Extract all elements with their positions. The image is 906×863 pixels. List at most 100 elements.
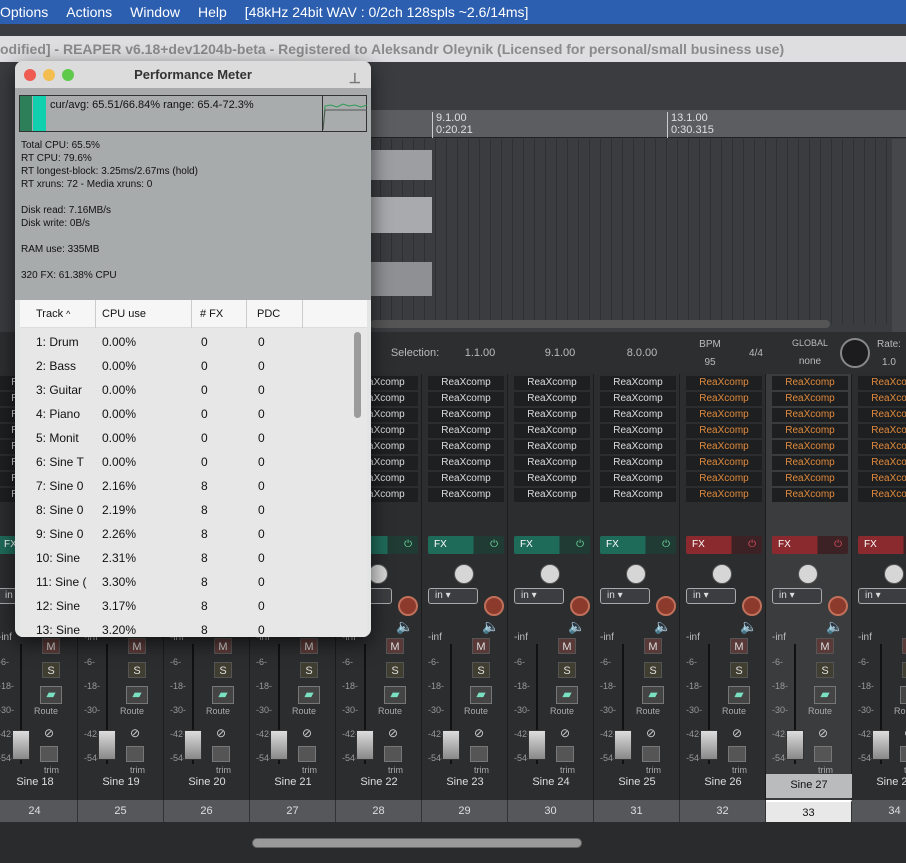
pan-knob[interactable] xyxy=(368,564,388,584)
track-number[interactable]: 26 xyxy=(164,800,250,822)
track-name[interactable]: Sine 18 xyxy=(0,776,78,788)
route-icon[interactable]: ▰ xyxy=(298,686,320,704)
mute-button[interactable]: M xyxy=(902,638,906,654)
table-row[interactable]: 10: Sine 2.31% 8 0 xyxy=(20,547,360,571)
track-number[interactable]: 33 xyxy=(766,800,852,822)
volume-fader[interactable] xyxy=(700,730,718,760)
fx-slot[interactable]: ReaXcomp xyxy=(772,440,848,454)
menu-options[interactable]: Options xyxy=(0,4,57,20)
fx-slot[interactable]: ReaXcomp xyxy=(772,488,848,502)
perf-titlebar[interactable]: Performance Meter ⊥ xyxy=(15,61,371,88)
table-row[interactable]: 9: Sine 0 2.26% 8 0 xyxy=(20,523,360,547)
table-row[interactable]: 1: Drum 0.00% 0 0 xyxy=(20,331,360,355)
solo-button[interactable]: S xyxy=(472,662,490,678)
mute-button[interactable]: M xyxy=(730,638,748,654)
trim-envelope-icon[interactable] xyxy=(126,746,144,762)
fx-button[interactable]: FX ⏻ xyxy=(428,536,504,554)
track-name[interactable]: Sine 19 xyxy=(78,776,164,788)
track-name[interactable]: Sine 21 xyxy=(250,776,336,788)
input-select[interactable]: in ▾ xyxy=(858,588,906,604)
fx-slot[interactable]: ReaXcomp xyxy=(514,472,590,486)
fx-slot[interactable]: ReaXcomp xyxy=(858,440,906,454)
record-arm-button[interactable] xyxy=(484,596,504,616)
table-row[interactable]: 4: Piano 0.00% 0 0 xyxy=(20,403,360,427)
track-number[interactable]: 28 xyxy=(336,800,422,822)
fx-slot[interactable]: ReaXcomp xyxy=(600,424,676,438)
fx-slot[interactable]: ReaXcomp xyxy=(428,456,504,470)
trim-envelope-icon[interactable] xyxy=(40,746,58,762)
fx-slot[interactable]: ReaXcomp xyxy=(600,488,676,502)
column-fx[interactable]: # FX xyxy=(192,300,247,328)
fx-slot[interactable]: ReaXcomp xyxy=(428,392,504,406)
phase-icon[interactable]: ⊘ xyxy=(646,726,656,740)
zoom-button[interactable] xyxy=(62,69,74,81)
mute-button[interactable]: M xyxy=(128,638,146,654)
fx-slot[interactable]: ReaXcomp xyxy=(772,456,848,470)
volume-fader[interactable] xyxy=(98,730,116,760)
media-item[interactable] xyxy=(370,262,432,296)
fx-slot[interactable]: ReaXcomp xyxy=(600,456,676,470)
menu-window[interactable]: Window xyxy=(121,4,189,20)
track-name[interactable]: Sine 28 xyxy=(852,776,906,788)
volume-fader[interactable] xyxy=(270,730,288,760)
volume-fader[interactable] xyxy=(614,730,632,760)
route-icon[interactable]: ▰ xyxy=(814,686,836,704)
fx-button[interactable]: FX ⏻ xyxy=(600,536,676,554)
mute-button[interactable]: M xyxy=(472,638,490,654)
phase-icon[interactable]: ⊘ xyxy=(216,726,226,740)
speaker-icon[interactable]: 🔈 xyxy=(396,618,413,635)
solo-button[interactable]: S xyxy=(300,662,318,678)
fx-slot[interactable]: ReaXcomp xyxy=(600,472,676,486)
fx-slot[interactable]: ReaXcomp xyxy=(514,488,590,502)
fx-slot[interactable]: ReaXcomp xyxy=(858,488,906,502)
track-number[interactable]: 27 xyxy=(250,800,336,822)
fx-slot[interactable]: ReaXcomp xyxy=(514,392,590,406)
trim-envelope-icon[interactable] xyxy=(642,746,660,762)
fx-slot[interactable]: ReaXcomp xyxy=(686,456,762,470)
route-icon[interactable]: ▰ xyxy=(40,686,62,704)
table-row[interactable]: 2: Bass 0.00% 0 0 xyxy=(20,355,360,379)
mute-button[interactable]: M xyxy=(558,638,576,654)
track-number[interactable]: 34 xyxy=(852,800,906,822)
fx-slot[interactable]: ReaXcomp xyxy=(858,456,906,470)
mute-button[interactable]: M xyxy=(644,638,662,654)
track-name[interactable]: Sine 22 xyxy=(336,776,422,788)
speaker-icon[interactable]: 🔈 xyxy=(826,618,843,635)
pan-knob[interactable] xyxy=(626,564,646,584)
table-scrollbar[interactable] xyxy=(354,332,361,418)
phase-icon[interactable]: ⊘ xyxy=(474,726,484,740)
fx-slot[interactable]: ReaXcomp xyxy=(858,408,906,422)
volume-fader[interactable] xyxy=(442,730,460,760)
track-number[interactable]: 31 xyxy=(594,800,680,822)
table-row[interactable]: 3: Guitar 0.00% 0 0 xyxy=(20,379,360,403)
fx-slot[interactable]: ReaXcomp xyxy=(858,472,906,486)
mixer-scrollbar[interactable] xyxy=(252,838,582,848)
record-arm-button[interactable] xyxy=(742,596,762,616)
fx-slot[interactable]: ReaXcomp xyxy=(858,392,906,406)
track-name[interactable]: Sine 25 xyxy=(594,776,680,788)
trim-envelope-icon[interactable] xyxy=(556,746,574,762)
mute-button[interactable]: M xyxy=(300,638,318,654)
trim-envelope-icon[interactable] xyxy=(298,746,316,762)
fx-button[interactable]: FX ⏻ xyxy=(686,536,762,554)
fx-button[interactable]: FX ⏻ xyxy=(772,536,848,554)
track-name[interactable]: Sine 27 xyxy=(766,774,852,798)
bpm-value[interactable]: 95 xyxy=(690,352,730,372)
fx-slot[interactable]: ReaXcomp xyxy=(428,376,504,390)
route-icon[interactable]: ▰ xyxy=(556,686,578,704)
fx-slot[interactable]: ReaXcomp xyxy=(686,488,762,502)
column-cpu[interactable]: CPU use xyxy=(96,300,192,328)
fx-slot[interactable]: ReaXcomp xyxy=(600,376,676,390)
volume-fader[interactable] xyxy=(786,730,804,760)
track-name[interactable]: Sine 24 xyxy=(508,776,594,788)
fx-slot[interactable]: ReaXcomp xyxy=(686,392,762,406)
table-row[interactable]: 5: Monit 0.00% 0 0 xyxy=(20,427,360,451)
solo-button[interactable]: S xyxy=(730,662,748,678)
trim-envelope-icon[interactable] xyxy=(384,746,402,762)
volume-fader[interactable] xyxy=(184,730,202,760)
fx-slot[interactable]: ReaXcomp xyxy=(514,376,590,390)
pan-knob[interactable] xyxy=(884,564,904,584)
phase-icon[interactable]: ⊘ xyxy=(732,726,742,740)
table-row[interactable]: 12: Sine 3.17% 8 0 xyxy=(20,595,360,619)
close-button[interactable] xyxy=(24,69,36,81)
